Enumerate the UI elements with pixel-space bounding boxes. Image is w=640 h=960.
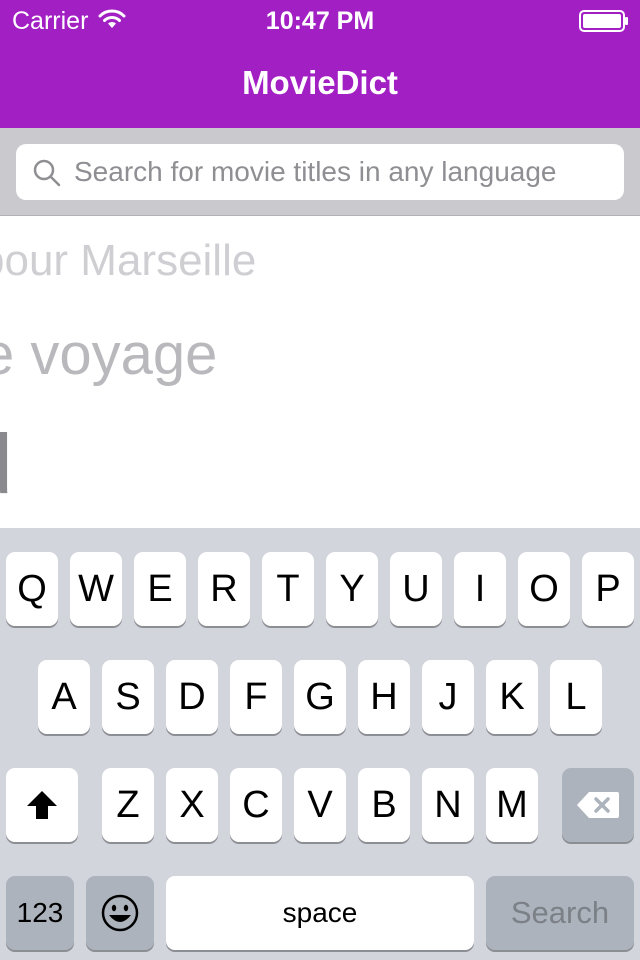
search-input[interactable]: [74, 144, 614, 200]
key-d[interactable]: D: [166, 660, 218, 734]
numbers-key[interactable]: 123: [6, 876, 74, 950]
status-bar: Carrier 10:47 PM: [0, 0, 640, 40]
key-w[interactable]: W: [70, 552, 122, 626]
key-a[interactable]: A: [38, 660, 90, 734]
key-r[interactable]: R: [198, 552, 250, 626]
space-key[interactable]: space: [166, 876, 474, 950]
shift-key[interactable]: [6, 768, 78, 842]
search-field-container[interactable]: [16, 144, 624, 200]
key-b[interactable]: B: [358, 768, 410, 842]
key-c[interactable]: C: [230, 768, 282, 842]
key-t[interactable]: T: [262, 552, 314, 626]
page-title: MovieDict: [242, 64, 398, 101]
delete-key[interactable]: [562, 768, 634, 842]
key-i[interactable]: I: [454, 552, 506, 626]
search-key[interactable]: Search: [486, 876, 634, 950]
key-f[interactable]: F: [230, 660, 282, 734]
key-k[interactable]: K: [486, 660, 538, 734]
result-item[interactable]: d: [0, 416, 13, 513]
navigation-header: Carrier 10:47 PM MovieDict: [0, 0, 640, 128]
key-s[interactable]: S: [102, 660, 154, 734]
result-item[interactable]: pour Marseille: [0, 236, 256, 286]
key-u[interactable]: U: [390, 552, 442, 626]
key-q[interactable]: Q: [6, 552, 58, 626]
results-list: pour Marseille e voyage d: [0, 216, 640, 528]
key-n[interactable]: N: [422, 768, 474, 842]
key-y[interactable]: Y: [326, 552, 378, 626]
key-z[interactable]: Z: [102, 768, 154, 842]
key-m[interactable]: M: [486, 768, 538, 842]
emoji-icon: [101, 894, 139, 932]
key-h[interactable]: H: [358, 660, 410, 734]
status-time: 10:47 PM: [265, 7, 375, 35]
keyboard: Q W E R T Y U I O P A S D F G H J K L Z …: [0, 528, 640, 960]
key-j[interactable]: J: [422, 660, 474, 734]
key-x[interactable]: X: [166, 768, 218, 842]
key-g[interactable]: G: [294, 660, 346, 734]
key-l[interactable]: L: [550, 660, 602, 734]
key-p[interactable]: P: [582, 552, 634, 626]
emoji-key[interactable]: [86, 876, 154, 950]
battery-icon: [579, 10, 628, 32]
result-item[interactable]: e voyage: [0, 321, 217, 388]
search-bar: [0, 128, 640, 216]
delete-icon: [577, 792, 619, 818]
key-e[interactable]: E: [134, 552, 186, 626]
shift-icon: [27, 791, 57, 819]
key-o[interactable]: O: [518, 552, 570, 626]
key-v[interactable]: V: [294, 768, 346, 842]
search-icon: [33, 159, 61, 187]
